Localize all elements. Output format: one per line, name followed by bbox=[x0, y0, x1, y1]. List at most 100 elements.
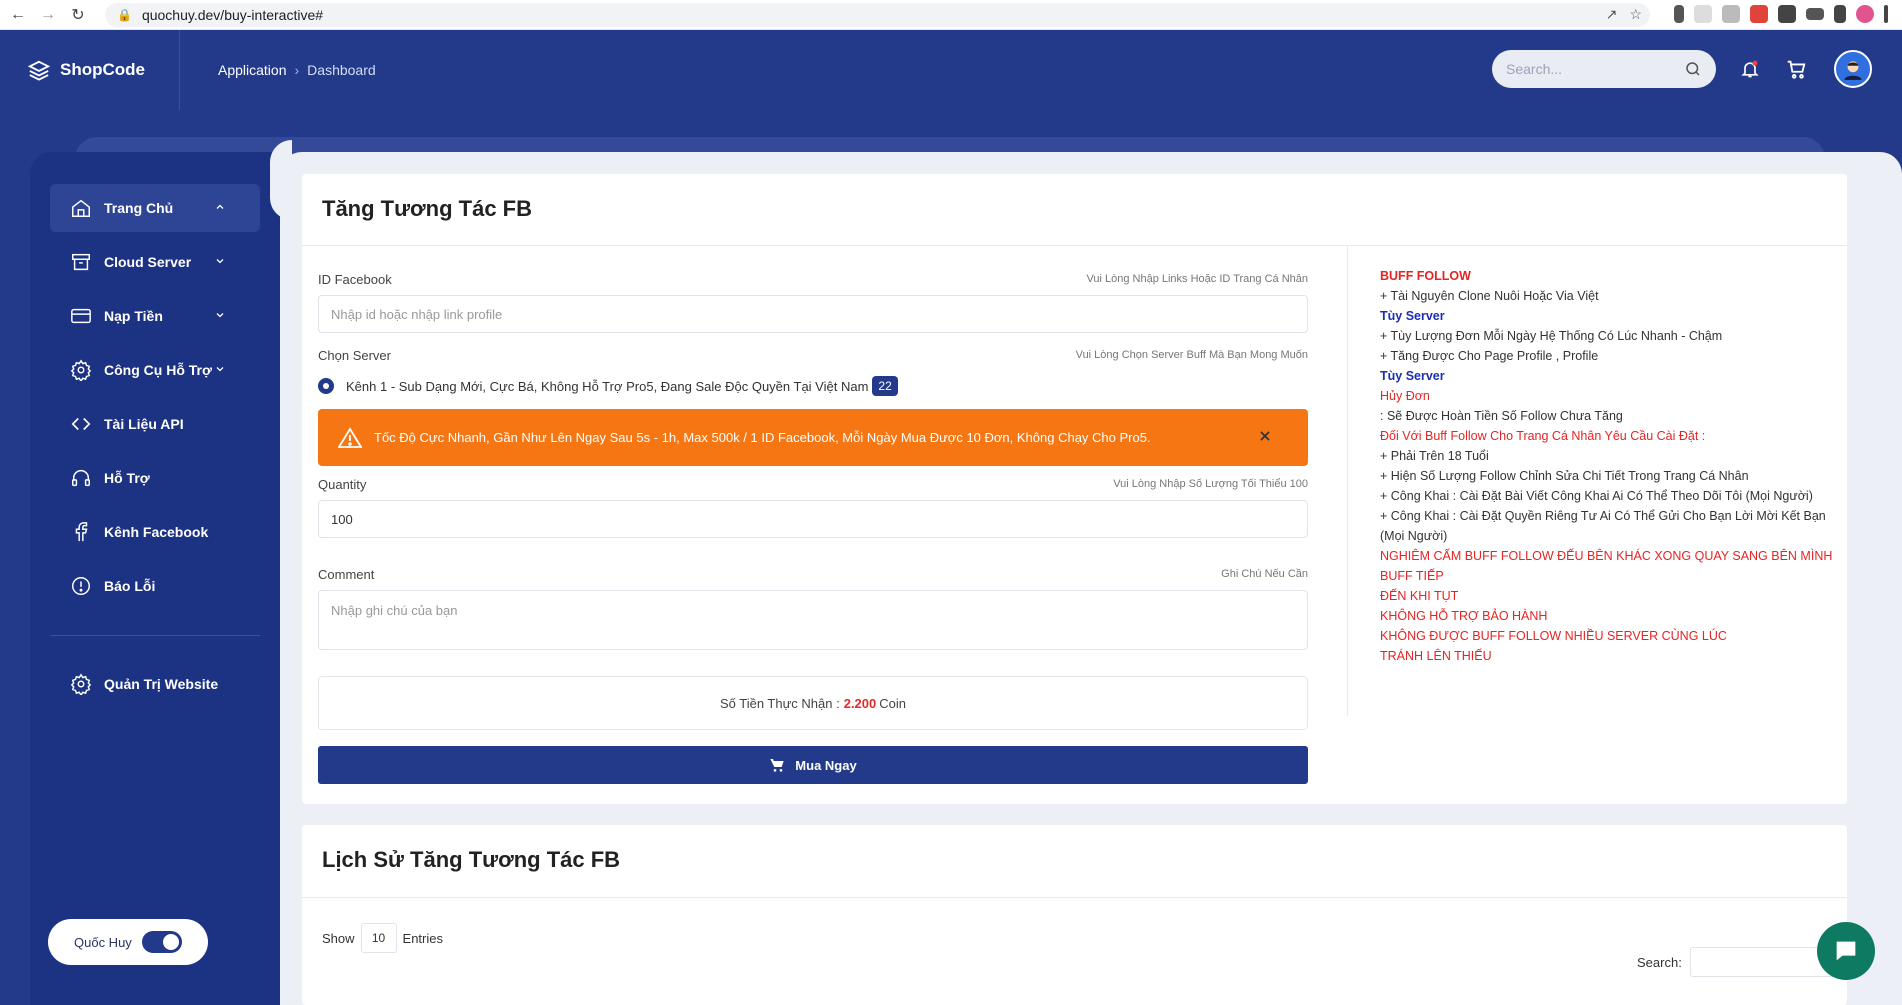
breadcrumb-item[interactable]: Application bbox=[218, 62, 287, 78]
gear-icon bbox=[70, 359, 92, 381]
sidebar-item-tools[interactable]: Công Cụ Hỗ Trợ bbox=[50, 346, 260, 394]
note-line: + Tùy Lượng Đơn Mỗi Ngày Hệ Thống Có Lúc… bbox=[1380, 329, 1723, 343]
sidebar-item-support[interactable]: Hỗ Trợ bbox=[50, 454, 260, 502]
server-option-label: Kênh 1 - Sub Dạng Mới, Cực Bá, Không Hỗ … bbox=[346, 378, 869, 394]
sidebar-item-admin[interactable]: Quản Trị Website bbox=[50, 660, 260, 708]
sidebar-item-label: Hỗ Trợ bbox=[104, 470, 150, 486]
reload-icon[interactable]: ↻ bbox=[66, 3, 90, 27]
menu-dots-icon[interactable] bbox=[1884, 5, 1888, 23]
quantity-hint: Vui Lòng Nhập Số Lượng Tối Thiểu 100 bbox=[1113, 478, 1308, 490]
comment-hint: Ghi Chú Nếu Cần bbox=[1221, 568, 1308, 580]
sidepanel-icon[interactable] bbox=[1834, 5, 1846, 23]
history-title: Lịch Sử Tăng Tương Tác FB bbox=[322, 847, 621, 872]
history-card: Lịch Sử Tăng Tương Tác FB Show 10 Entrie… bbox=[302, 825, 1847, 1005]
bell-icon[interactable] bbox=[1740, 58, 1760, 80]
divider bbox=[302, 245, 1847, 246]
chevron-up-icon bbox=[216, 204, 224, 209]
sidebar-item-label: Kênh Facebook bbox=[104, 524, 209, 540]
sidebar-item-cloud-server[interactable]: Cloud Server bbox=[50, 238, 260, 286]
brand-logo[interactable]: ShopCode bbox=[0, 30, 180, 110]
back-arrow-icon[interactable]: ← bbox=[6, 3, 30, 27]
chevron-down-icon bbox=[216, 259, 224, 264]
breadcrumb: Application › Dashboard bbox=[218, 62, 376, 78]
note-line: + Tài Nguyên Clone Nuôi Hoặc Via Việt bbox=[1380, 289, 1599, 303]
chevron-down-icon bbox=[216, 367, 224, 372]
app-header: ShopCode Application › Dashboard Search.… bbox=[0, 30, 1902, 110]
sidebar-item-deposit[interactable]: Nạp Tiền bbox=[50, 292, 260, 340]
extension-icon[interactable] bbox=[1750, 5, 1768, 23]
layers-icon bbox=[28, 60, 50, 81]
server-label: Chọn Server bbox=[318, 348, 391, 363]
sidebar-item-api-docs[interactable]: Tài Liệu API bbox=[50, 400, 260, 448]
note-line: Tùy Server bbox=[1380, 309, 1445, 323]
sidebar-item-label: Cloud Server bbox=[104, 254, 192, 270]
extension-icon[interactable] bbox=[1694, 5, 1712, 23]
alert-text: Tốc Độ Cực Nhanh, Gần Như Lên Ngay Sau 5… bbox=[374, 430, 1151, 445]
share-icon[interactable]: ↗ bbox=[1606, 6, 1618, 23]
chat-button[interactable] bbox=[1817, 922, 1875, 980]
home-icon bbox=[72, 199, 90, 217]
cart-icon[interactable] bbox=[1785, 58, 1807, 80]
code-icon bbox=[71, 417, 91, 431]
search-input[interactable]: Search... bbox=[1492, 50, 1716, 88]
toggle-knob bbox=[163, 934, 179, 950]
column-divider bbox=[1347, 246, 1348, 716]
profile-icon[interactable] bbox=[1856, 5, 1874, 23]
user-name: Quốc Huy bbox=[74, 934, 132, 950]
buy-now-button[interactable]: Mua Ngay bbox=[318, 746, 1308, 784]
browser-toolbar: ← → ↻ 🔒 quochuy.dev/buy-interactive# ↗ ☆ bbox=[0, 0, 1902, 30]
extension-icon[interactable] bbox=[1722, 5, 1740, 23]
theme-toggle-switch[interactable] bbox=[142, 931, 182, 953]
total-prefix: Số Tiền Thực Nhận : bbox=[719, 695, 840, 711]
entries-select[interactable]: 10 bbox=[360, 923, 397, 953]
note-line: + Phải Trên 18 Tuổi bbox=[1380, 449, 1489, 463]
archive-box-icon bbox=[72, 253, 90, 271]
note-line: Hủy Đơn bbox=[1380, 389, 1430, 403]
close-icon[interactable] bbox=[1258, 429, 1272, 443]
total-amount: 2.200 bbox=[843, 695, 877, 711]
sidebar-item-label: Tài Liệu API bbox=[104, 416, 184, 432]
quantity-input[interactable]: 100 bbox=[318, 500, 1308, 538]
brand-name: ShopCode bbox=[60, 60, 145, 79]
note-line: : Sẽ Được Hoàn Tiền Số Follow Chưa Tăng bbox=[1380, 409, 1623, 423]
sidebar-item-label: Báo Lỗi bbox=[104, 578, 156, 594]
note-line: + Tăng Được Cho Page Profile , Profile bbox=[1380, 349, 1599, 363]
cart-icon bbox=[770, 759, 784, 772]
id-facebook-placeholder: Nhập id hoặc nhập link profile bbox=[331, 306, 503, 322]
credit-card-icon bbox=[71, 308, 91, 324]
comment-placeholder: Nhập ghi chú của bạn bbox=[331, 603, 458, 618]
sidebar-item-report-bug[interactable]: Báo Lỗi bbox=[50, 562, 260, 610]
avatar[interactable] bbox=[1834, 50, 1872, 88]
note-line: + Hiện Số Lượng Follow Chỉnh Sửa Chi Tiế… bbox=[1380, 469, 1749, 483]
note-line: + Công Khai : Cài Đặt Bài Viết Công Khai… bbox=[1380, 489, 1813, 503]
note-line: Tùy Server bbox=[1380, 369, 1445, 383]
divider bbox=[302, 897, 1847, 898]
quantity-value: 100 bbox=[331, 511, 353, 527]
puzzle-icon[interactable] bbox=[1778, 5, 1796, 23]
comment-textarea[interactable]: Nhập ghi chú của bạn bbox=[318, 590, 1308, 650]
search-icon[interactable] bbox=[1684, 60, 1702, 78]
breadcrumb-item[interactable]: Dashboard bbox=[307, 62, 376, 78]
reading-list-icon[interactable] bbox=[1806, 8, 1824, 20]
forward-arrow-icon[interactable]: → bbox=[36, 3, 60, 27]
sidebar-item-label: Trang Chủ bbox=[104, 200, 174, 216]
quantity-label: Quantity bbox=[318, 477, 367, 492]
note-line: + Công Khai : Cài Đặt Quyền Riêng Tư Ai … bbox=[1380, 509, 1826, 543]
server-radio-option[interactable]: Kênh 1 - Sub Dạng Mới, Cực Bá, Không Hỗ … bbox=[318, 376, 898, 396]
entries-value: 10 bbox=[371, 931, 386, 945]
address-bar[interactable]: 🔒 quochuy.dev/buy-interactive# ↗ ☆ bbox=[105, 3, 1650, 27]
note-line: KHÔNG ĐƯỢC BUFF FOLLOW NHIỀU SERVER CÙNG… bbox=[1380, 629, 1727, 643]
note-line: BUFF FOLLOW bbox=[1380, 269, 1471, 283]
id-facebook-hint: Vui Lòng Nhập Links Hoặc ID Trang Cá Nhâ… bbox=[1086, 273, 1308, 285]
bookmark-star-icon[interactable]: ☆ bbox=[1629, 6, 1642, 23]
comment-label: Comment bbox=[318, 567, 375, 582]
extension-icon[interactable] bbox=[1674, 5, 1684, 23]
headset-icon bbox=[72, 470, 90, 487]
show-label: Show bbox=[322, 930, 355, 946]
sidebar-item-home[interactable]: Trang Chủ bbox=[50, 184, 260, 232]
alert-circle-icon bbox=[72, 577, 90, 595]
user-theme-toggle[interactable]: Quốc Huy bbox=[48, 919, 208, 965]
sidebar-item-facebook-channel[interactable]: Kênh Facebook bbox=[50, 508, 260, 556]
id-facebook-input[interactable]: Nhập id hoặc nhập link profile bbox=[318, 295, 1308, 333]
lock-icon: 🔒 bbox=[117, 8, 132, 22]
